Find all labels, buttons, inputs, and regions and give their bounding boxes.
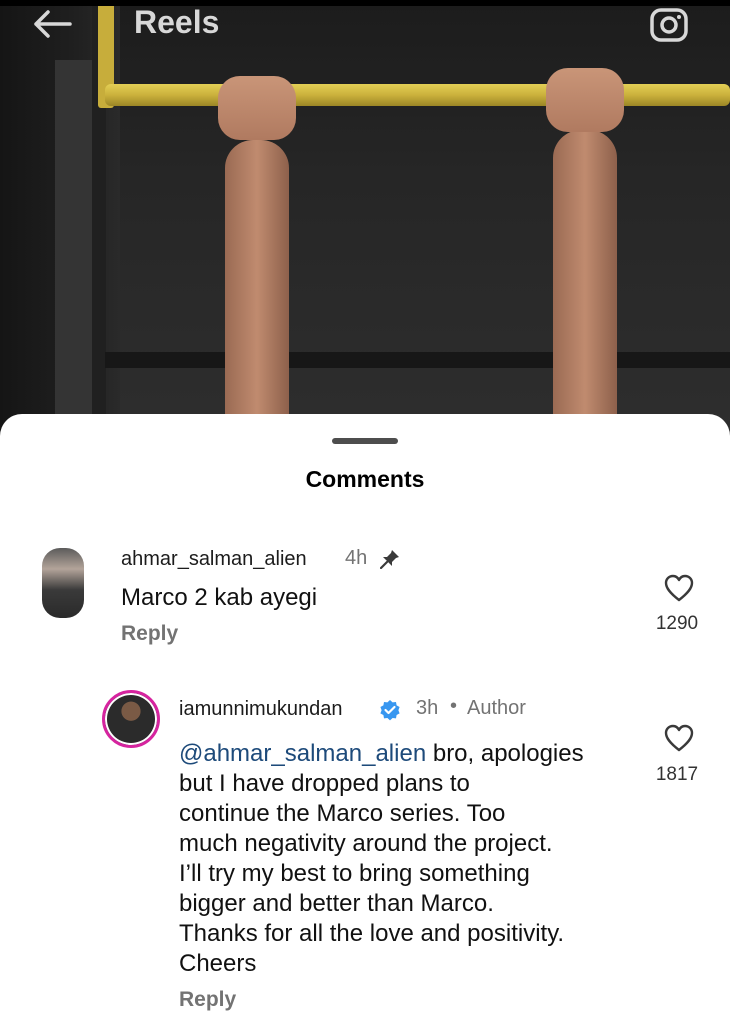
comment-text: Marco 2 kab ayegi <box>121 584 318 611</box>
left-hand <box>218 76 296 140</box>
right-hand <box>546 68 624 132</box>
page-title: Reels <box>134 4 220 40</box>
heart-icon[interactable] <box>664 724 694 752</box>
comment-line: Thanks for all the love and positivity. <box>179 920 565 947</box>
verified-badge-icon <box>378 698 400 721</box>
comment-time: 3h <box>416 697 439 719</box>
comment-username[interactable]: ahmar_salman_alien <box>121 548 307 571</box>
left-arm <box>225 140 289 440</box>
camera-icon[interactable] <box>648 4 692 44</box>
comment-line: continue the Marco series. Too <box>179 800 506 827</box>
comment-line: bro, apologies <box>426 740 584 767</box>
comments-sheet: Comments ahmar_salman_alien 4h Marco 2 k… <box>0 414 730 1034</box>
drag-handle[interactable] <box>332 438 398 444</box>
comment-time: 4h <box>345 547 368 569</box>
reply-button[interactable]: Reply <box>179 988 236 1012</box>
right-arm <box>553 130 617 440</box>
sheet-title: Comments <box>305 466 425 492</box>
like-count: 1817 <box>655 764 699 785</box>
like-count: 1290 <box>655 613 699 634</box>
avatar[interactable] <box>42 548 84 618</box>
heart-icon[interactable] <box>664 574 694 602</box>
back-rail <box>105 352 730 368</box>
reply-button[interactable]: Reply <box>121 622 178 646</box>
arrow-left-icon[interactable] <box>30 8 74 40</box>
comment-line: I’ll try my best to bring something <box>179 860 530 887</box>
mention-link[interactable]: @ahmar_salman_alien <box>179 740 426 767</box>
comment-line: Cheers <box>179 950 257 977</box>
comment-username[interactable]: iamunnimukundan <box>179 698 342 721</box>
comment-line: bigger and better than Marco. <box>179 890 494 917</box>
top-bar: Reels <box>0 0 730 48</box>
meta-separator: • <box>450 695 458 717</box>
pullup-bar <box>105 84 730 106</box>
pin-icon <box>379 549 400 570</box>
comment-text: @ahmar_salman_alien bro, apologies but I… <box>179 739 639 979</box>
gym-post <box>55 60 95 440</box>
avatar[interactable] <box>102 690 160 748</box>
comment-line: much negativity around the project. <box>179 830 553 857</box>
author-badge: Author <box>467 697 526 719</box>
reel-video[interactable] <box>0 0 730 440</box>
comment-line: but I have dropped plans to <box>179 770 470 797</box>
